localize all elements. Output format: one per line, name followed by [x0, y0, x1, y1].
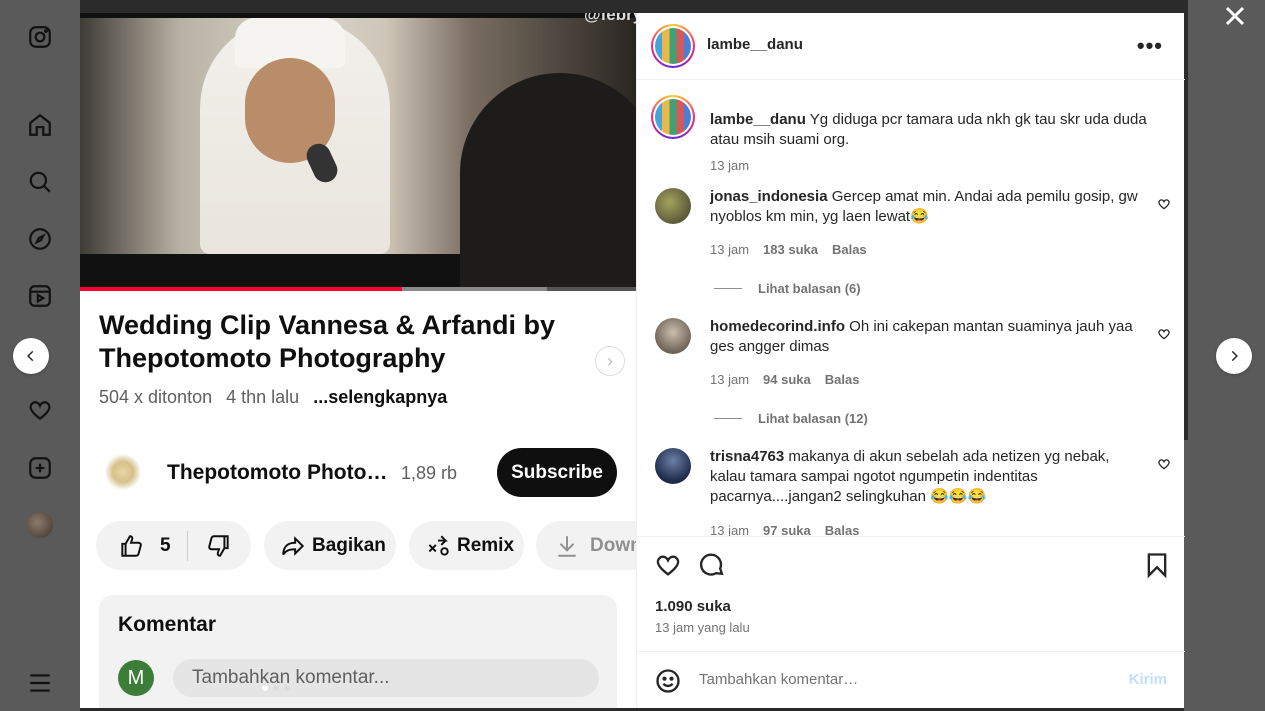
thumbs-down-icon[interactable] — [206, 533, 232, 559]
download-label: Down — [590, 534, 636, 556]
caption-avatar[interactable] — [651, 95, 695, 139]
comment-like-icon[interactable] — [1157, 327, 1171, 341]
video-progress-bar[interactable] — [80, 287, 636, 291]
reply-button[interactable]: Balas — [825, 372, 860, 387]
comment-avatar[interactable] — [655, 448, 691, 484]
post-detail-panel: lambe__danu ••• lambe__danu Yg diduga pc… — [636, 13, 1185, 708]
watermark: @febrynameheda — [584, 13, 636, 24]
channel-logo[interactable] — [105, 454, 141, 490]
comment-icon[interactable] — [698, 551, 726, 579]
search-icon[interactable] — [26, 168, 54, 196]
subscriber-count: 1,89 rb — [401, 463, 458, 483]
add-comment-bar: Tambahkan komentar… Kirim — [637, 651, 1185, 708]
chevron-right-icon[interactable]: › — [595, 346, 625, 376]
more-options-icon[interactable]: ••• — [1137, 33, 1163, 59]
add-comment-input[interactable]: Tambahkan komentar… — [699, 671, 858, 688]
like-dislike-pill: 5 — [96, 521, 251, 570]
caption-time: 13 jam — [710, 158, 750, 173]
comments-title: Komentar — [118, 613, 217, 636]
comments-list[interactable]: lambe__danu Yg diduga pcr tamara uda nkh… — [637, 81, 1185, 536]
view-count: 504 x ditonton — [99, 387, 213, 407]
remix-icon — [428, 535, 449, 556]
comment-username[interactable]: jonas_indonesia — [710, 188, 828, 205]
instagram-icon[interactable] — [26, 23, 54, 51]
share-label: Bagikan — [312, 534, 386, 556]
reels-icon[interactable] — [26, 282, 54, 310]
comment-avatar[interactable] — [655, 188, 691, 224]
video-frame[interactable] — [80, 13, 636, 291]
post-time: 13 jam yang lalu — [655, 620, 750, 635]
youtube-comment-input[interactable]: Tambahkan komentar... — [173, 659, 599, 697]
carousel-dot — [273, 685, 279, 691]
carousel-dot — [262, 685, 268, 691]
comment-time: 13 jam — [710, 523, 750, 536]
menu-icon[interactable] — [26, 669, 54, 697]
video-title: Wedding Clip Vannesa & Arfandi by Thepot… — [99, 310, 556, 373]
comment-like-icon[interactable] — [1157, 457, 1171, 471]
create-icon[interactable] — [26, 454, 54, 482]
video-meta: 504 x ditonton 4 thn lalu ...selengkapny… — [99, 387, 447, 408]
emoji-icon[interactable] — [654, 667, 682, 695]
reply-button[interactable]: Balas — [825, 523, 860, 536]
like-count[interactable]: 1.090 suka — [655, 598, 731, 615]
remix-label: Remix — [457, 534, 515, 556]
post-media[interactable]: @febrynameheda Wedding Clip Vannesa & Ar… — [80, 13, 636, 708]
subscribe-button[interactable]: Subscribe — [497, 448, 617, 497]
download-icon — [558, 535, 576, 557]
explore-icon[interactable] — [26, 225, 54, 253]
backdrop-top-right — [636, 0, 1184, 13]
thumbs-up-icon[interactable] — [118, 533, 144, 559]
send-button[interactable]: Kirim — [1129, 671, 1167, 688]
comment-avatar[interactable] — [655, 318, 691, 354]
chevron-left-icon[interactable] — [13, 338, 49, 374]
caption-username[interactable]: lambe__danu — [710, 111, 806, 128]
comment-time: 13 jam — [710, 242, 750, 257]
comment-likes[interactable]: 97 suka — [763, 523, 811, 536]
share-button[interactable]: Bagikan — [264, 521, 396, 570]
author-username[interactable]: lambe__danu — [707, 36, 803, 53]
heart-icon[interactable] — [26, 396, 54, 424]
comment-username[interactable]: homedecorind.info — [710, 318, 845, 335]
comment-likes[interactable]: 94 suka — [763, 372, 811, 387]
post-actions: 1.090 suka 13 jam yang lalu — [637, 536, 1185, 651]
remix-button[interactable]: Remix — [409, 521, 524, 570]
like-count: 5 — [160, 534, 171, 556]
youtube-comments-card[interactable]: Komentar M Tambahkan komentar... — [99, 595, 617, 708]
home-icon[interactable] — [26, 111, 54, 139]
carousel-dot — [284, 685, 290, 691]
bookmark-icon[interactable] — [1143, 551, 1171, 579]
share-icon — [282, 535, 305, 556]
channel-name[interactable]: Thepotomoto Photog... — [167, 461, 392, 485]
view-replies-link[interactable]: Lihat balasan (12) — [714, 411, 868, 426]
comment-like-icon[interactable] — [1157, 197, 1171, 211]
video-progress-fill — [80, 287, 403, 291]
chevron-right-icon[interactable] — [1216, 338, 1252, 374]
like-icon[interactable] — [654, 551, 682, 579]
close-icon[interactable] — [1223, 4, 1249, 30]
comment-username[interactable]: trisna4763 — [710, 448, 784, 465]
commenter-avatar: M — [118, 660, 154, 696]
carousel-dots — [262, 685, 290, 691]
view-replies-link[interactable]: Lihat balasan (6) — [714, 281, 861, 296]
comment-likes[interactable]: 183 suka — [763, 242, 818, 257]
post-header: lambe__danu ••• — [637, 13, 1185, 80]
download-button[interactable]: Down — [536, 521, 636, 570]
video-age: 4 thn lalu — [226, 387, 300, 407]
backdrop-top — [80, 0, 636, 13]
comment-time: 13 jam — [710, 372, 750, 387]
author-avatar[interactable] — [651, 24, 695, 68]
reply-button[interactable]: Balas — [832, 242, 867, 257]
more-link[interactable]: ...selengkapnya — [313, 387, 447, 407]
profile-avatar[interactable] — [26, 511, 54, 539]
